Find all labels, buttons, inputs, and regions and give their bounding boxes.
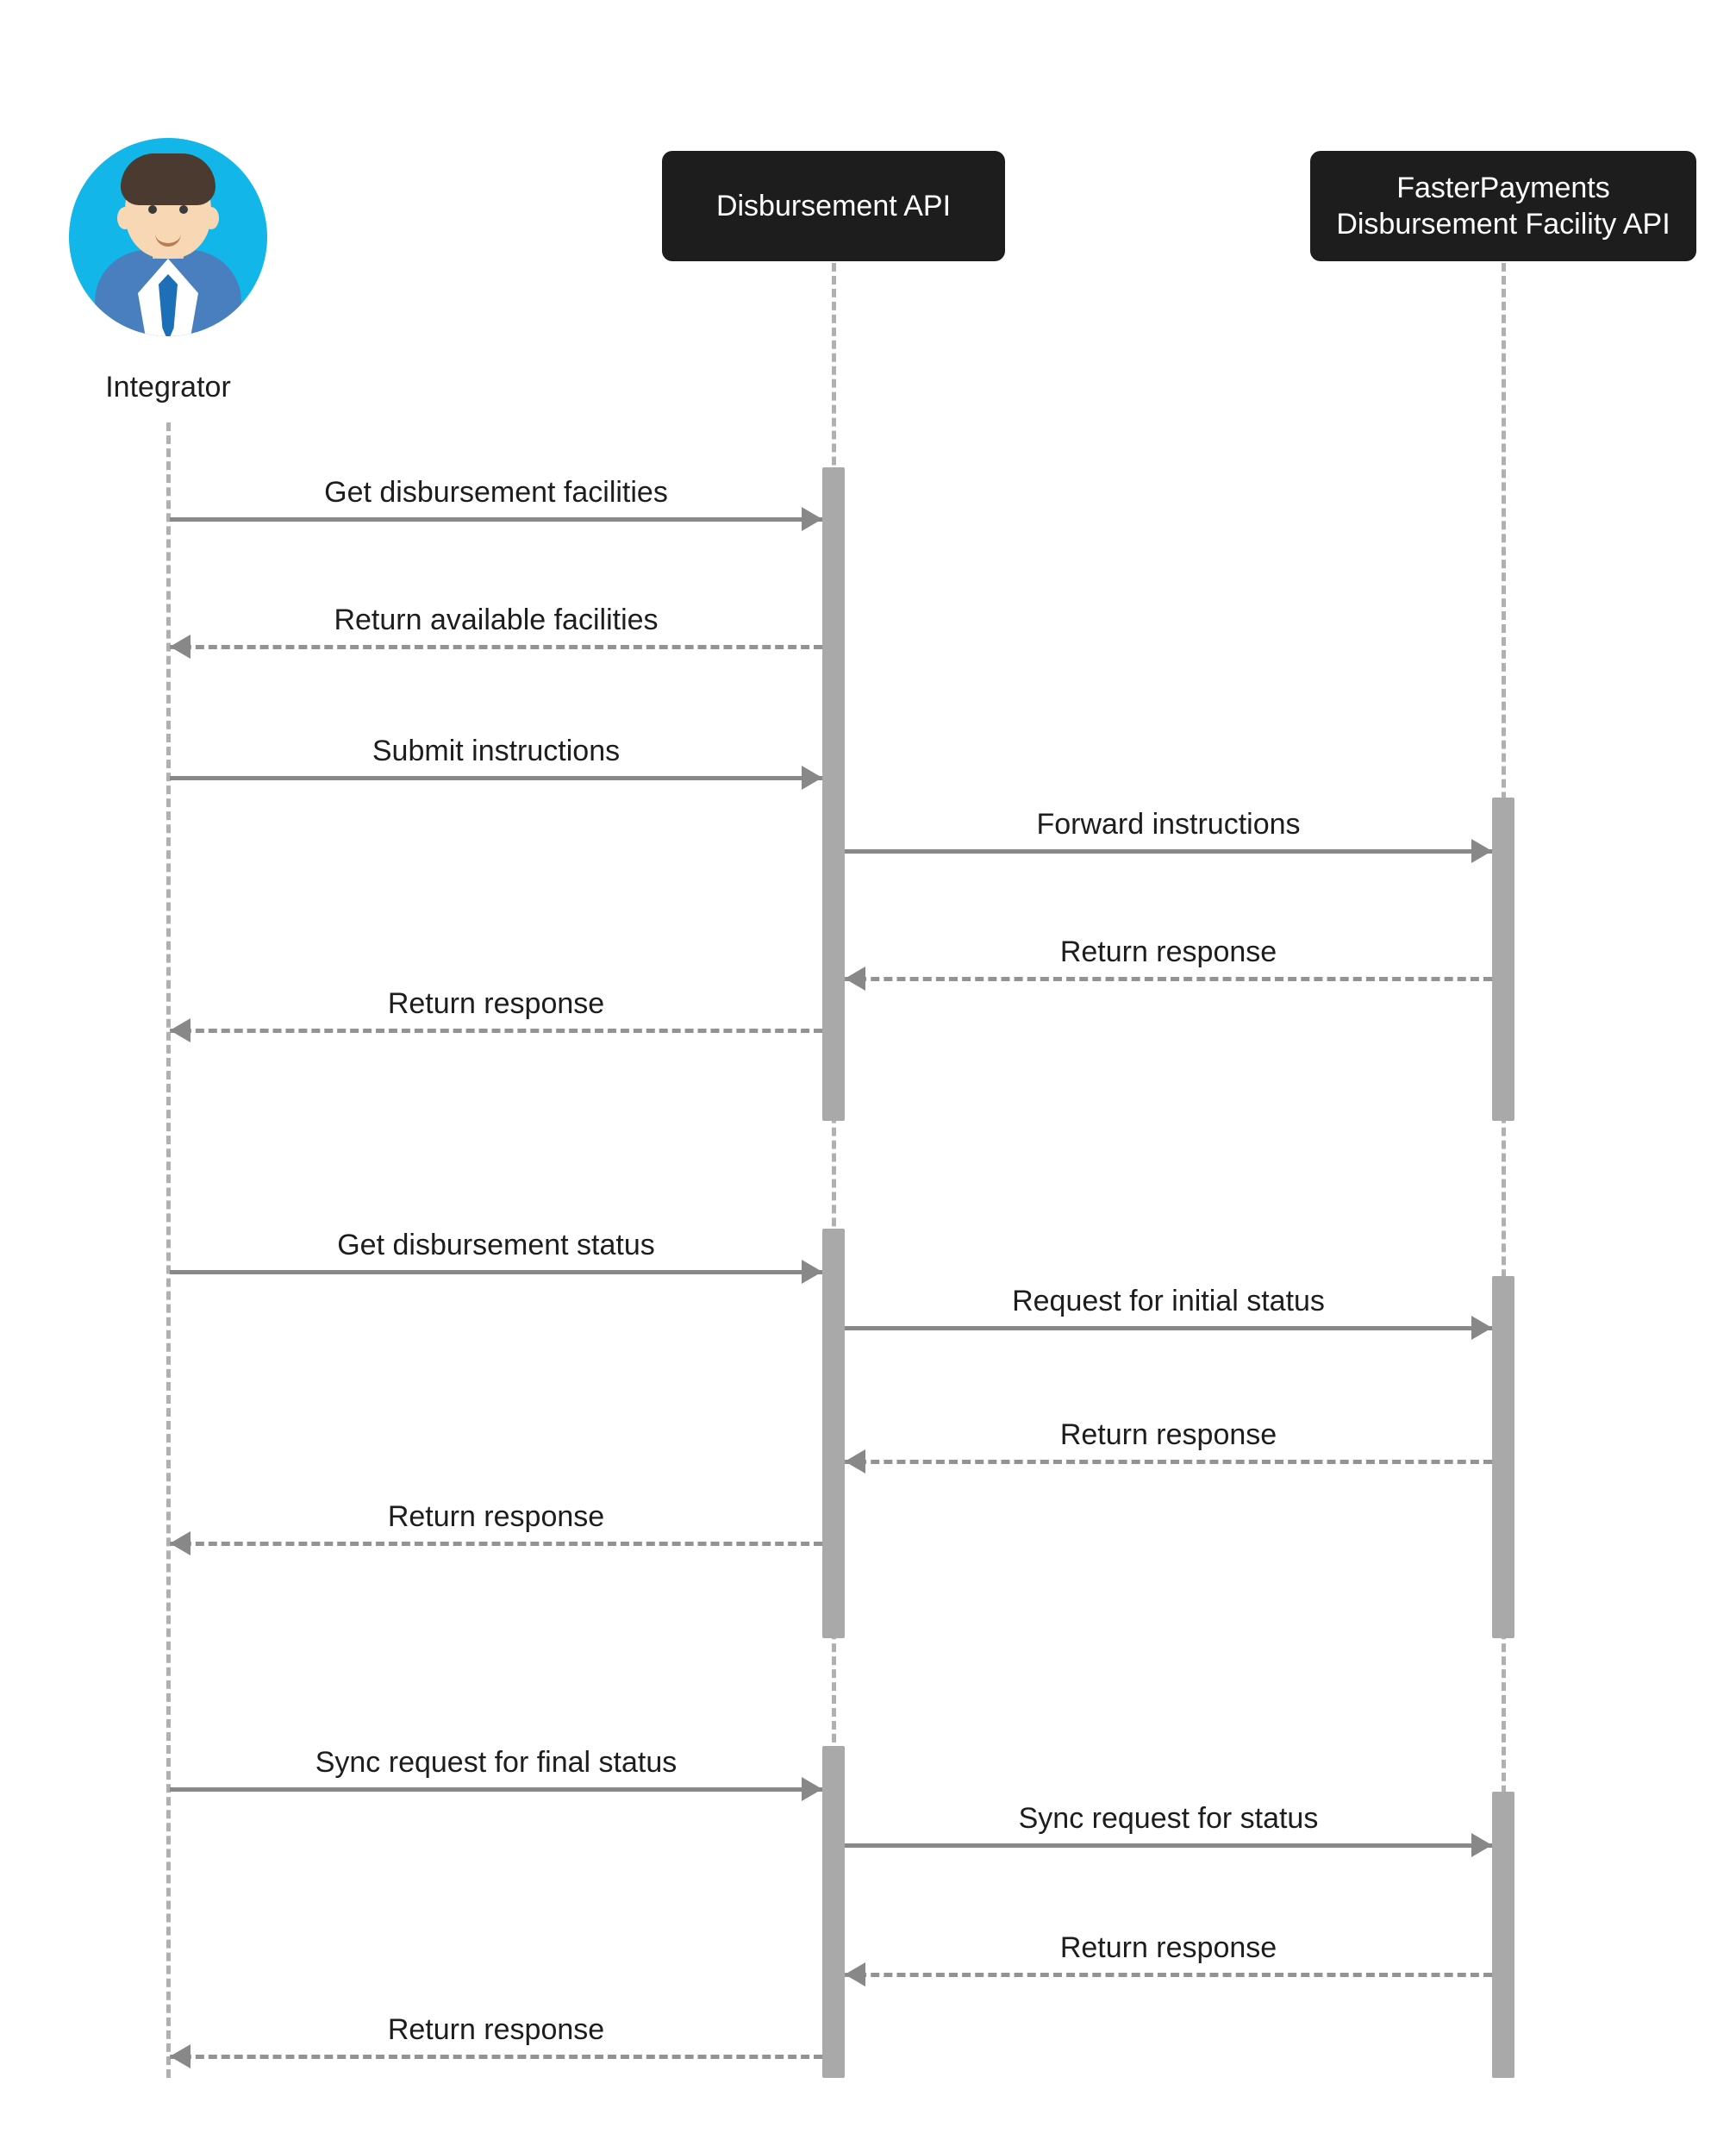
activation-f1 [1492, 798, 1514, 1121]
lifeline-integrator [166, 422, 171, 2078]
message-arrowhead-m2 [170, 635, 190, 659]
message-arrowhead-m1 [802, 507, 822, 531]
message-arrowhead-m10 [170, 1531, 190, 1555]
message-arrowhead-m7 [802, 1260, 822, 1284]
message-label-m14: Return response [238, 2013, 755, 2047]
message-arrowhead-m9 [845, 1449, 865, 1474]
faster-payments-label-line2: Disbursement Facility API [1336, 206, 1670, 243]
message-line-m7 [170, 1270, 822, 1274]
sequence-diagram: Integrator Disbursement API FasterPaymen… [0, 0, 1736, 2140]
message-label-m9: Return response [910, 1418, 1427, 1452]
message-arrowhead-m8 [1471, 1316, 1492, 1340]
message-arrowhead-m5 [845, 967, 865, 991]
message-line-m10 [170, 1542, 822, 1546]
activation-f3 [1492, 1792, 1514, 2078]
message-label-m11: Sync request for final status [238, 1746, 755, 1780]
message-arrowhead-m4 [1471, 839, 1492, 863]
message-label-m2: Return available facilities [238, 604, 755, 637]
message-label-m3: Submit instructions [238, 735, 755, 768]
integrator-avatar-icon [69, 138, 267, 336]
message-line-m1 [170, 517, 822, 522]
message-arrowhead-m11 [802, 1777, 822, 1801]
integrator-label: Integrator [39, 371, 297, 404]
message-line-m14 [170, 2055, 822, 2059]
message-line-m8 [845, 1326, 1492, 1330]
activation-f2 [1492, 1276, 1514, 1638]
message-label-m6: Return response [238, 987, 755, 1021]
message-label-m4: Forward instructions [910, 808, 1427, 842]
activation-d3 [822, 1746, 845, 2078]
disbursement-api-label: Disbursement API [716, 188, 951, 225]
message-label-m1: Get disbursement facilities [238, 476, 755, 510]
disbursement-api-box: Disbursement API [662, 151, 1005, 261]
message-arrowhead-m12 [1471, 1833, 1492, 1857]
message-label-m8: Request for initial status [910, 1285, 1427, 1318]
message-label-m10: Return response [238, 1500, 755, 1534]
message-line-m13 [845, 1973, 1492, 1977]
message-arrowhead-m6 [170, 1018, 190, 1042]
message-arrowhead-m13 [845, 1962, 865, 1987]
faster-payments-label-line1: FasterPayments [1336, 170, 1670, 207]
message-line-m3 [170, 776, 822, 780]
message-line-m9 [845, 1460, 1492, 1464]
message-arrowhead-m3 [802, 766, 822, 790]
message-line-m5 [845, 977, 1492, 981]
message-label-m7: Get disbursement status [238, 1229, 755, 1262]
message-label-m13: Return response [910, 1931, 1427, 1965]
message-line-m2 [170, 645, 822, 649]
message-line-m11 [170, 1787, 822, 1792]
activation-d1 [822, 467, 845, 1121]
faster-payments-box: FasterPayments Disbursement Facility API [1310, 151, 1696, 261]
message-label-m12: Sync request for status [910, 1802, 1427, 1836]
message-label-m5: Return response [910, 935, 1427, 969]
message-arrowhead-m14 [170, 2044, 190, 2068]
message-line-m4 [845, 849, 1492, 854]
message-line-m12 [845, 1843, 1492, 1848]
activation-d2 [822, 1229, 845, 1638]
message-line-m6 [170, 1029, 822, 1033]
